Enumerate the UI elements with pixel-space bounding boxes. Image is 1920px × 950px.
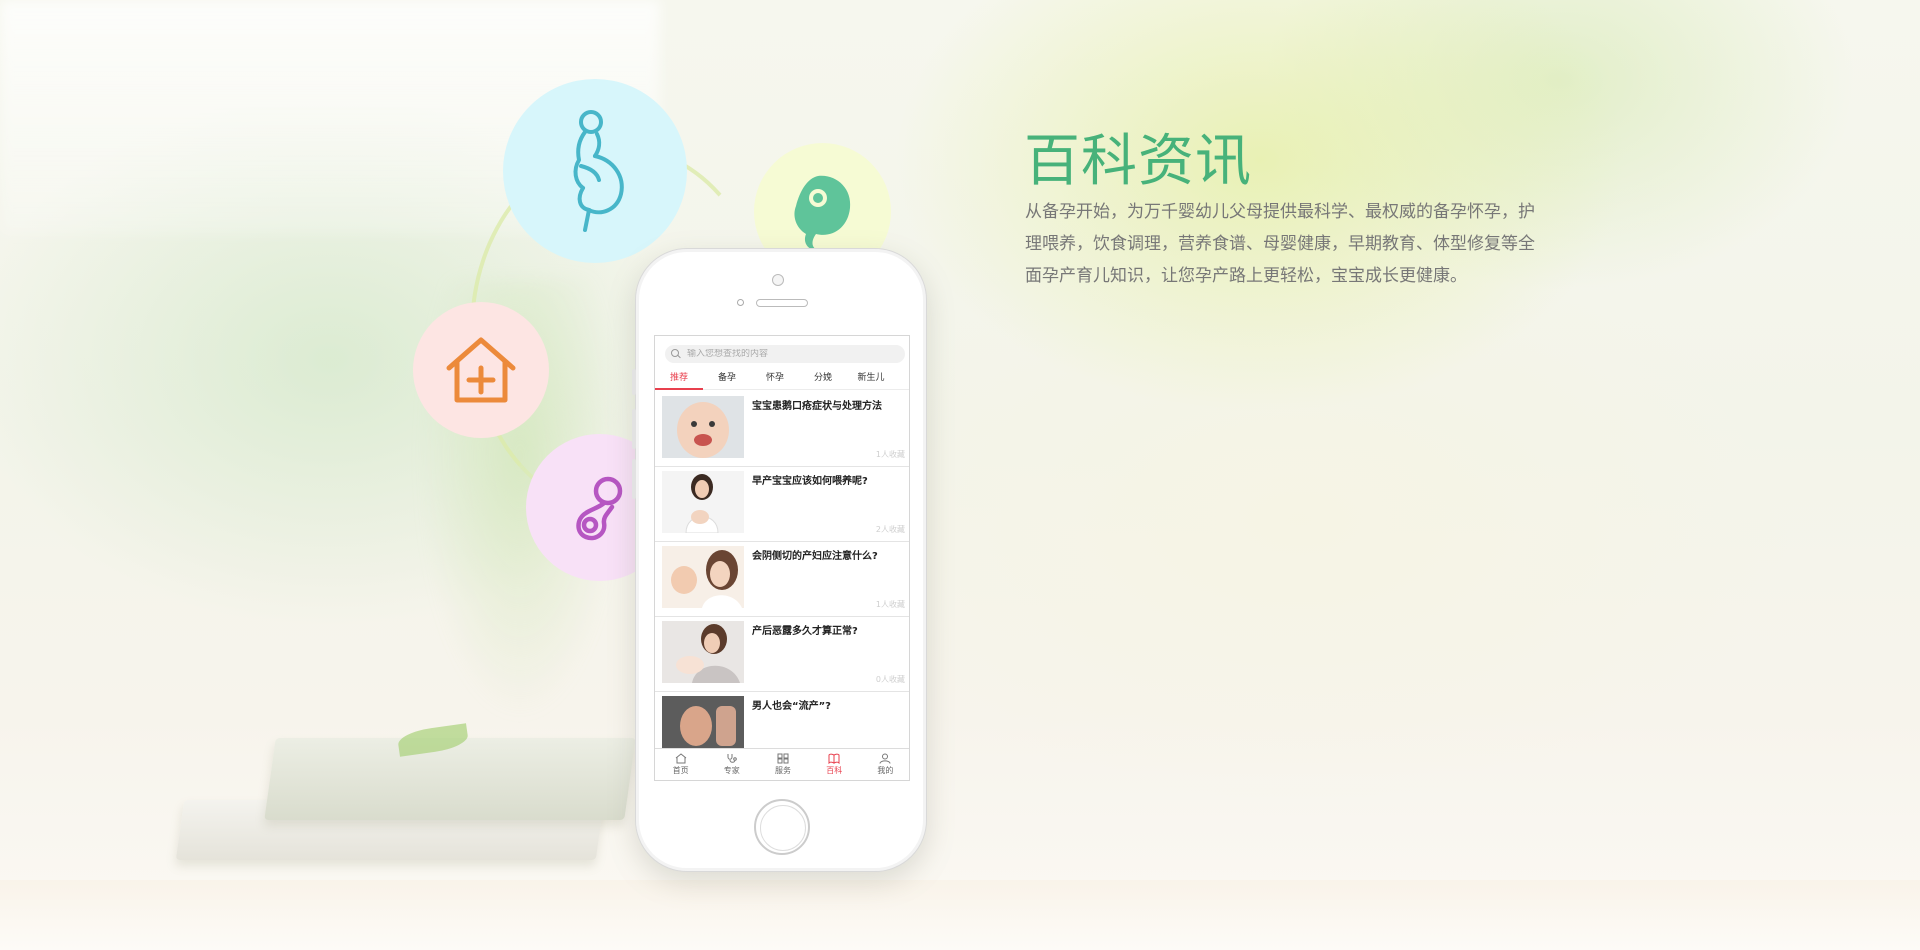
background-book-top xyxy=(264,738,636,820)
tab-pre-pregnancy[interactable]: 备孕 xyxy=(703,370,751,389)
house-plus-icon xyxy=(446,337,516,403)
search-icon xyxy=(671,349,681,359)
tabbar-label: 首页 xyxy=(672,766,689,775)
book-icon xyxy=(828,753,840,764)
phone-volume-down xyxy=(632,459,636,499)
article-favorites: 2人收藏 xyxy=(875,525,905,534)
phone-mute-switch xyxy=(632,369,636,395)
phone-home-button xyxy=(754,799,810,855)
tabbar-home[interactable]: 首页 xyxy=(655,749,706,780)
article-title: 宝宝患鹅口疮症状与处理方法 xyxy=(752,401,882,412)
category-tabs: 推荐 备孕 怀孕 分娩 新生儿 xyxy=(655,370,909,390)
home-icon xyxy=(675,753,686,764)
list-item[interactable]: 早产宝宝应该如何喂养呢? 2人收藏 xyxy=(655,467,909,542)
tab-delivery[interactable]: 分娩 xyxy=(799,370,847,389)
app-screen: 推荐 备孕 怀孕 分娩 新生儿 宝宝患鹅口疮症状与处理方法 1人收藏 xyxy=(654,335,910,781)
search-bar[interactable] xyxy=(665,345,905,363)
phone-mockup: 推荐 备孕 怀孕 分娩 新生儿 宝宝患鹅口疮症状与处理方法 1人收藏 xyxy=(632,248,927,872)
article-title: 会阴侧切的产妇应注意什么? xyxy=(752,551,878,562)
article-favorites: 1人收藏 xyxy=(875,600,905,609)
phone-camera xyxy=(772,274,784,286)
tab-pregnancy[interactable]: 怀孕 xyxy=(751,370,799,389)
article-thumbnail xyxy=(662,396,744,458)
article-title: 产后恶露多久才算正常? xyxy=(752,626,858,637)
page-title: 百科资讯 xyxy=(1024,129,1252,194)
article-title: 男人也会“流产”? xyxy=(752,701,831,712)
tabbar-label: 我的 xyxy=(877,766,894,775)
article-title: 早产宝宝应该如何喂养呢? xyxy=(752,476,868,487)
tabbar-experts[interactable]: 专家 xyxy=(706,749,757,780)
tabbar-label: 百科 xyxy=(826,766,843,775)
phone-volume-up xyxy=(632,409,636,449)
user-icon xyxy=(879,753,891,764)
pregnant-woman-icon xyxy=(573,110,624,232)
tabbar-mine[interactable]: 我的 xyxy=(860,749,909,780)
list-item[interactable]: 宝宝患鹅口疮症状与处理方法 1人收藏 xyxy=(655,392,909,467)
article-thumbnail xyxy=(662,546,744,608)
tabbar-label: 专家 xyxy=(723,766,740,775)
list-item[interactable]: 产后恶露多久才算正常? 0人收藏 xyxy=(655,617,909,692)
pacifier-icon xyxy=(575,476,622,540)
search-input[interactable] xyxy=(687,349,887,359)
grid-icon xyxy=(777,753,789,764)
article-thumbnail xyxy=(662,471,744,533)
bottom-tabbar: 首页 专家 服务 百科 我的 xyxy=(655,748,909,780)
tabbar-services[interactable]: 服务 xyxy=(757,749,808,780)
list-item[interactable]: 会阴侧切的产妇应注意什么? 1人收藏 xyxy=(655,542,909,617)
phone-speaker xyxy=(756,299,808,307)
tab-newborn[interactable]: 新生儿 xyxy=(847,370,895,389)
fetus-icon xyxy=(793,175,850,250)
article-list: 宝宝患鹅口疮症状与处理方法 1人收藏 早产宝宝应该如何喂养呢? 2人收藏 会阴侧… xyxy=(655,392,909,767)
article-favorites: 0人收藏 xyxy=(875,675,905,684)
article-favorites: 1人收藏 xyxy=(875,450,905,459)
pregnant-woman-bubble xyxy=(503,79,687,263)
tabbar-label: 服务 xyxy=(775,766,791,775)
phone-sensor xyxy=(737,299,744,306)
page-description: 从备孕开始，为万千婴幼儿父母提供最科学、最权威的备孕怀孕，护理喂养，饮食调理，营… xyxy=(1025,202,1535,286)
article-thumbnail xyxy=(662,621,744,683)
house-bubble xyxy=(413,302,549,438)
background-floor xyxy=(0,880,1920,950)
tabbar-encyclopedia[interactable]: 百科 xyxy=(809,749,860,780)
tab-recommend[interactable]: 推荐 xyxy=(655,370,703,390)
stethoscope-icon xyxy=(727,754,737,763)
